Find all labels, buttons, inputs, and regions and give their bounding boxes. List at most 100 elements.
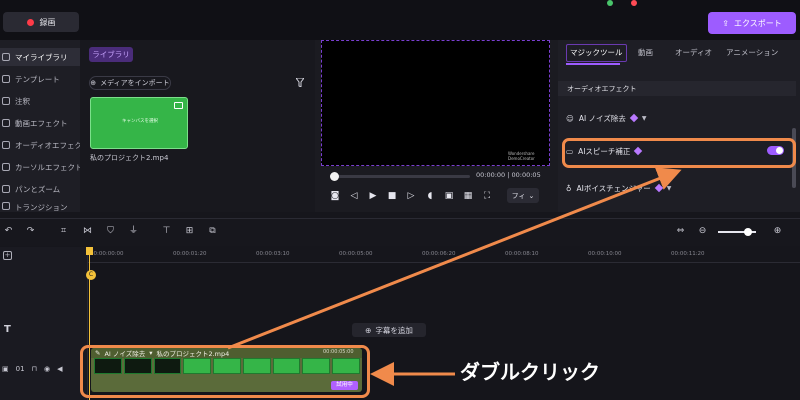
- ruler-tick-label: 00:00:06:20: [422, 251, 456, 257]
- volume-icon[interactable]: ◖: [425, 191, 435, 201]
- eye-icon[interactable]: ◉: [44, 365, 50, 373]
- premium-gem-icon: [654, 183, 663, 193]
- sidebar-item-video-effects[interactable]: 動画エフェクト: [0, 114, 80, 132]
- playhead-marker[interactable]: C: [86, 270, 96, 280]
- screenshot-icon[interactable]: ◙: [330, 191, 340, 201]
- feature-noise-reduction[interactable]: ☺ AI ノイズ除去 ▼: [566, 111, 792, 125]
- video-track-icon: ▣: [2, 365, 9, 373]
- filter-icon[interactable]: [296, 78, 304, 87]
- player-controls: ◙ ◁ ▶ ■ ▷ ◖ ▣ ▦ ⛶: [330, 189, 506, 203]
- caret-down-icon: ▼: [641, 114, 647, 122]
- speaker-icon[interactable]: ◀: [57, 365, 62, 373]
- sidebar-item-my-library[interactable]: マイライブラリ: [0, 48, 80, 66]
- playback-knob[interactable]: [330, 172, 339, 181]
- export-button[interactable]: ⇪ エクスポート: [708, 12, 796, 34]
- overlay-icon[interactable]: ⧉: [207, 226, 218, 237]
- audio-effect-icon: [2, 141, 10, 149]
- active-tab-indicator: [566, 63, 620, 65]
- watermark: Wondershare DemoCreator: [508, 151, 535, 161]
- pan-zoom-icon: [2, 185, 10, 193]
- next-frame-icon[interactable]: ▷: [406, 191, 416, 201]
- ruler-tick-label: 00:00:01:20: [173, 251, 207, 257]
- lock-icon[interactable]: ⊓: [32, 365, 37, 373]
- ruler-tick-label: 00:00:03:10: [256, 251, 290, 257]
- ruler-tick-label: 00:00:10:00: [588, 251, 622, 257]
- zoom-knob[interactable]: [744, 228, 752, 236]
- fit-timeline-icon[interactable]: ⇔: [675, 226, 686, 237]
- mic-icon[interactable]: ⏚: [128, 226, 139, 237]
- record-button[interactable]: 録画: [3, 12, 79, 32]
- shield-icon[interactable]: ⛉: [105, 226, 116, 237]
- playback-progress[interactable]: [334, 175, 470, 178]
- add-track-icon[interactable]: +: [3, 251, 12, 260]
- caption-icon[interactable]: ⊞: [184, 226, 195, 237]
- video-track-controls: ▣ 01 ⊓ ◉ ◀: [2, 363, 84, 375]
- crop-tool-icon[interactable]: ⌗: [58, 226, 69, 237]
- undo-icon[interactable]: ↶: [3, 226, 14, 237]
- add-subtitle-button[interactable]: ⊕ 字幕を追加: [352, 323, 426, 337]
- track-number: 01: [15, 365, 25, 373]
- sidebar-item-transitions[interactable]: トランジション: [0, 202, 80, 212]
- import-label: メディアをインポート: [100, 79, 170, 87]
- video-effect-icon: [2, 119, 10, 127]
- ruler-tick-label: 00:00:00:00: [90, 251, 124, 257]
- feature-voice-changer[interactable]: ♁ AIボイスチェンジャー ▼: [566, 181, 792, 195]
- sidebar-item-pan-zoom[interactable]: パンとズーム: [0, 180, 80, 198]
- preview-canvas[interactable]: [321, 40, 550, 166]
- caret-down-icon: ▼: [666, 184, 672, 192]
- ruler-tick-label: 00:00:08:10: [505, 251, 539, 257]
- chevron-down-icon: ⌄: [528, 191, 535, 200]
- redo-icon[interactable]: ↷: [25, 226, 36, 237]
- ruler-tick-label: 00:00:11:20: [671, 251, 705, 257]
- thumbnail-text: キャンバスを選択: [122, 119, 158, 124]
- zoom-out-icon[interactable]: ⊖: [697, 226, 708, 237]
- media-type-icon: [174, 102, 183, 109]
- annotation-label: ダブルクリック: [460, 360, 600, 384]
- grid-icon[interactable]: ▦: [463, 191, 473, 201]
- sidebar-item-audio-effects[interactable]: オーディオエフェクト: [0, 136, 80, 154]
- status-dot-green: [607, 0, 613, 6]
- split-icon[interactable]: ⋈: [82, 226, 93, 237]
- premium-gem-icon: [629, 113, 639, 123]
- noise-icon: ☺: [566, 113, 574, 123]
- tab-magic-tools[interactable]: マジックツール: [566, 44, 627, 62]
- template-icon: [2, 75, 10, 83]
- sidebar-item-cursor-effects[interactable]: カーソルエフェクト: [0, 158, 80, 176]
- playhead-handle[interactable]: [86, 247, 93, 255]
- record-icon: [26, 18, 34, 26]
- plus-icon: ⊕: [365, 325, 372, 335]
- ruler-tick-label: 00:00:05:00: [339, 251, 373, 257]
- status-dot-red: [631, 0, 637, 6]
- sidebar-item-templates[interactable]: テンプレート: [0, 70, 80, 88]
- tab-library[interactable]: ライブラリ: [89, 47, 133, 62]
- track-headers: [0, 247, 88, 400]
- fit-select[interactable]: フィ ⌄: [507, 188, 539, 203]
- layers-icon: [2, 53, 10, 61]
- highlight-toggle-annotation: [562, 138, 796, 168]
- media-name: 私のプロジェクト2.mp4: [90, 154, 169, 162]
- playback-timecode: 00:00:00 | 00:00:05: [476, 171, 541, 179]
- transition-icon: [2, 202, 10, 210]
- tab-video[interactable]: 動画: [638, 47, 653, 61]
- tab-animation[interactable]: アニメーション: [726, 47, 778, 61]
- plus-icon: ⊕: [90, 79, 97, 87]
- voice-icon: ♁: [566, 183, 572, 193]
- crop-icon[interactable]: ▣: [444, 191, 454, 201]
- tab-audio[interactable]: オーディオ: [675, 47, 712, 61]
- text-track-icon: T: [4, 324, 11, 335]
- highlight-clip-annotation: [80, 345, 370, 398]
- play-icon[interactable]: ▶: [368, 191, 378, 201]
- section-header: オーディオエフェクト: [558, 81, 796, 96]
- text-tool-icon[interactable]: ⊤: [161, 226, 172, 237]
- cursor-icon: [2, 163, 10, 171]
- annotation-icon: [2, 97, 10, 105]
- zoom-in-icon[interactable]: ⊕: [772, 226, 783, 237]
- sidebar-item-annotations[interactable]: 注釈: [0, 92, 80, 110]
- export-icon: ⇪: [722, 18, 729, 28]
- media-thumbnail[interactable]: キャンバスを選択: [90, 97, 188, 149]
- stop-icon[interactable]: ■: [387, 191, 397, 201]
- fullscreen-icon[interactable]: ⛶: [482, 191, 492, 201]
- sidebar: マイライブラリ テンプレート 注釈 動画エフェクト オーディオエフェクト カーソ…: [0, 40, 80, 212]
- import-media-button[interactable]: ⊕ メディアをインポート: [89, 76, 171, 90]
- prev-frame-icon[interactable]: ◁: [349, 191, 359, 201]
